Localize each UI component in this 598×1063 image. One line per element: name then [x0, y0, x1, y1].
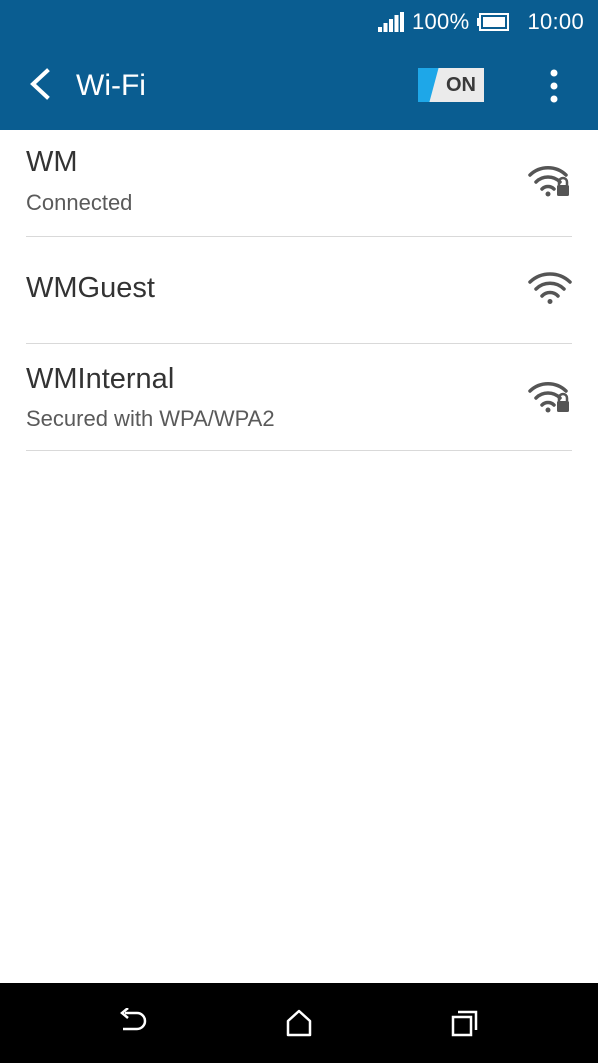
toggle-label: ON	[446, 74, 476, 96]
wifi-locked-icon	[528, 166, 569, 197]
network-status: Connected	[26, 190, 133, 215]
network-list: WM Connected WMGuest WMInternal Secured …	[0, 130, 598, 451]
battery-percent: 100%	[411, 9, 470, 34]
back-button[interactable]	[18, 62, 62, 106]
battery-icon	[477, 13, 510, 31]
back-arrow-icon	[30, 68, 50, 100]
nav-home-button[interactable]	[279, 1003, 319, 1043]
wifi-toggle[interactable]: ON	[418, 68, 484, 102]
network-item-wminternal[interactable]: WMInternal Secured with WPA/WPA2	[26, 344, 572, 451]
network-name: WMGuest	[26, 272, 155, 304]
nav-recent-apps-button[interactable]	[445, 1003, 485, 1043]
network-status: Secured with WPA/WPA2	[26, 406, 275, 431]
overflow-menu-icon	[550, 69, 558, 103]
overflow-menu-button[interactable]	[538, 64, 570, 108]
page-title: Wi-Fi	[76, 69, 146, 102]
status-icons: 100% 10:00	[377, 0, 584, 44]
wifi-icon	[528, 272, 572, 304]
back-icon	[120, 1008, 147, 1031]
status-bar: 100% 10:00	[0, 0, 598, 44]
toggle-accent	[418, 68, 439, 102]
recent-apps-icon	[451, 1010, 478, 1037]
navigation-bar	[0, 983, 598, 1063]
app-bar: Wi-Fi ON	[0, 44, 598, 130]
network-item-wm[interactable]: WM Connected	[26, 130, 572, 237]
network-name: WMInternal	[26, 363, 175, 395]
home-icon	[286, 1009, 312, 1037]
network-item-wmguest[interactable]: WMGuest	[26, 237, 572, 344]
status-time: 10:00	[527, 9, 584, 34]
network-name: WM	[26, 146, 78, 178]
signal-icon	[377, 12, 404, 32]
nav-back-button[interactable]	[113, 1003, 153, 1043]
wifi-locked-icon	[528, 382, 569, 413]
